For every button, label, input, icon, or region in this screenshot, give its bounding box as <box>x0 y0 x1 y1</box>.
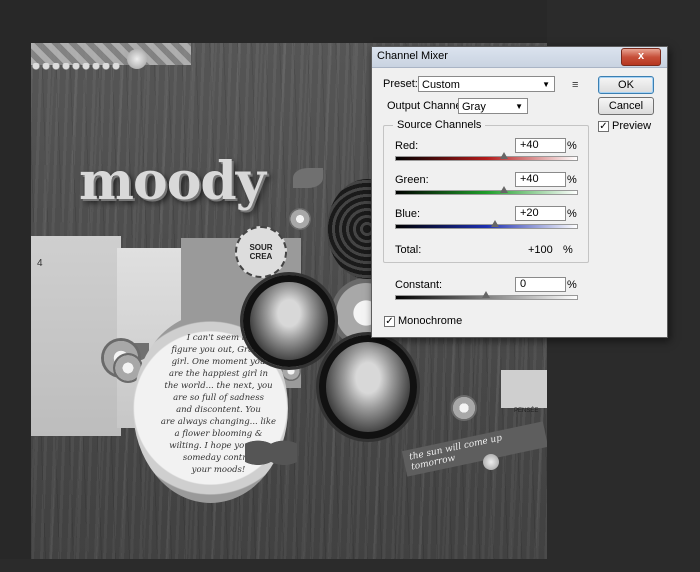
check-icon: ✓ <box>385 316 394 327</box>
total-label: Total: <box>395 244 422 256</box>
girl-photo-bottom <box>319 335 417 439</box>
striped-tape-embellishment <box>31 43 191 65</box>
monochrome-label: Monochrome <box>398 315 463 327</box>
green-label: Green: <box>395 174 429 186</box>
red-slider-track[interactable] <box>395 156 578 161</box>
button-embellishment <box>483 454 499 470</box>
button-embellishment <box>127 49 147 69</box>
check-icon: ✓ <box>599 121 608 132</box>
layout-title-moody: moody <box>79 151 266 212</box>
total-value: +100 <box>528 244 553 256</box>
output-channel-value: Gray <box>462 101 486 113</box>
blue-slider-track[interactable] <box>395 224 578 229</box>
monochrome-checkbox[interactable]: ✓ <box>384 316 395 327</box>
preset-options-icon[interactable]: ≡ <box>572 79 578 91</box>
total-percent-unit: % <box>563 244 573 256</box>
green-percent-unit: % <box>567 174 577 186</box>
pensee-card <box>501 370 547 408</box>
page-number: 4 <box>37 258 43 269</box>
flower-embellishment <box>451 395 477 421</box>
flower-embellishment <box>289 208 311 230</box>
dialog-title: Channel Mixer <box>377 50 448 62</box>
output-channel-select[interactable]: Gray ▼ <box>458 98 528 114</box>
leaf-embellishment <box>293 168 323 188</box>
constant-label: Constant: <box>395 279 443 291</box>
preset-label: Preset: <box>383 78 418 90</box>
constant-input[interactable]: 0 <box>515 277 566 292</box>
constant-percent-unit: % <box>567 279 577 291</box>
cancel-button[interactable]: Cancel <box>598 97 654 115</box>
red-percent-unit: % <box>567 140 577 152</box>
close-button[interactable]: x <box>621 48 661 66</box>
blue-slider-thumb[interactable] <box>490 220 499 227</box>
ok-button[interactable]: OK <box>598 76 654 94</box>
workspace-background <box>0 559 700 572</box>
girl-photo-top <box>243 275 335 367</box>
flower-card-paper <box>31 236 121 436</box>
channel-mixer-dialog: Channel Mixer x Preset: Custom ▼ ≡ Outpu… <box>371 46 668 338</box>
output-channel-label: Output Channel: <box>387 100 468 112</box>
green-slider-thumb[interactable] <box>499 186 508 193</box>
blue-label: Blue: <box>395 208 421 220</box>
red-input[interactable]: +40 <box>515 138 566 153</box>
circle-stamp: SOUR CREA <box>235 226 287 278</box>
lace-trim-embellishment <box>31 63 121 73</box>
butterfly-embellishment <box>245 433 297 477</box>
preset-select[interactable]: Custom ▼ <box>418 76 555 92</box>
red-label: Red: <box>395 140 419 152</box>
preview-label: Preview <box>612 120 652 132</box>
green-slider-track[interactable] <box>395 190 578 195</box>
red-slider-thumb[interactable] <box>499 152 508 159</box>
dialog-titlebar[interactable]: Channel Mixer x <box>372 47 667 68</box>
preset-value: Custom <box>422 79 460 91</box>
green-input[interactable]: +40 <box>515 172 566 187</box>
constant-slider-thumb[interactable] <box>481 291 490 298</box>
source-channels-title: Source Channels <box>393 119 486 131</box>
blue-percent-unit: % <box>567 208 577 220</box>
blue-input[interactable]: +20 <box>515 206 566 221</box>
pensee-label: PENSÉE <box>514 408 539 414</box>
preview-checkbox[interactable]: ✓ <box>598 121 609 132</box>
chevron-down-icon: ▼ <box>542 80 550 89</box>
chevron-down-icon: ▼ <box>515 102 523 111</box>
